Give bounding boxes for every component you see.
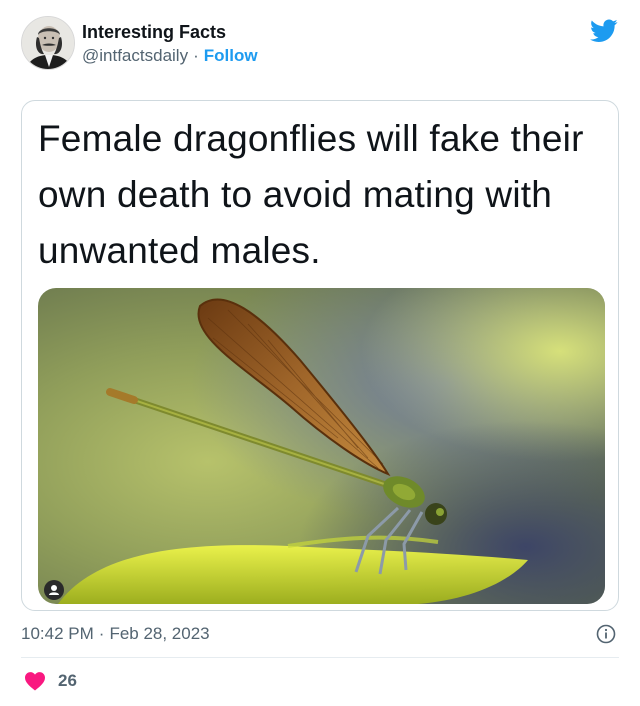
- author-handle[interactable]: @intfactsdaily: [82, 46, 188, 65]
- tweet-embed: Interesting Facts @intfactsdaily · Follow …: [0, 0, 640, 706]
- card-text: Female dragonflies will fake their own d…: [38, 118, 584, 271]
- media-card[interactable]: Female dragonflies will fake their own d…: [21, 100, 619, 611]
- time-separator: ·: [98, 624, 105, 643]
- heart-icon[interactable]: [24, 671, 46, 691]
- footer-divider: [21, 657, 619, 658]
- author-handle-line: @intfactsdaily · Follow: [82, 45, 258, 67]
- photo-credit-icon[interactable]: [44, 580, 64, 600]
- info-icon[interactable]: [596, 624, 616, 644]
- author-avatar[interactable]: [21, 16, 75, 70]
- author-block: Interesting Facts @intfactsdaily · Follow: [82, 22, 258, 67]
- tweet-time: 10:42 PM: [21, 624, 94, 643]
- twitter-bird-icon[interactable]: [590, 19, 618, 43]
- author-name[interactable]: Interesting Facts: [82, 22, 258, 42]
- like-count: 26: [58, 671, 77, 690]
- handle-separator: ·: [193, 46, 199, 65]
- tweet-date: Feb 28, 2023: [109, 624, 210, 643]
- like-action[interactable]: 26: [24, 670, 77, 692]
- tweet-timestamp[interactable]: 10:42 PM · Feb 28, 2023: [21, 623, 210, 645]
- dragonfly-photo[interactable]: [38, 288, 605, 604]
- follow-button[interactable]: Follow: [204, 46, 258, 65]
